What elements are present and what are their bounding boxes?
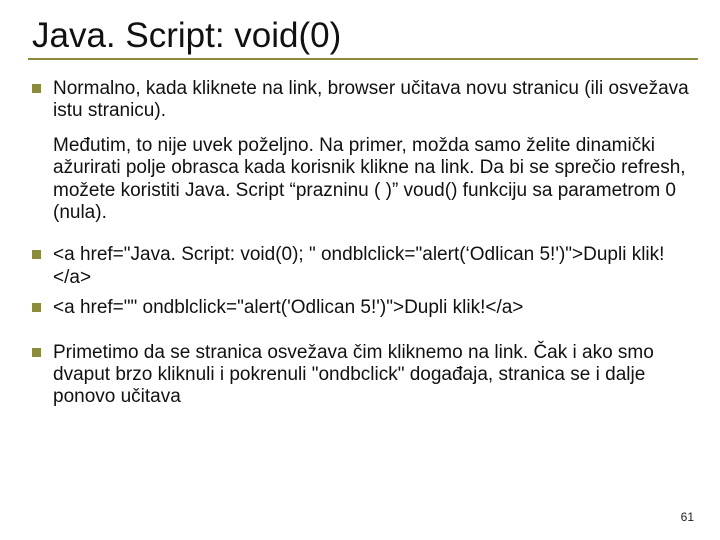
title-underline: Java. Script: void(0)	[28, 16, 698, 60]
bullet-text: <a href="" ondblclick="alert('Odlican 5!…	[53, 297, 698, 319]
square-bullet-icon	[32, 303, 41, 312]
bullet-item: Primetimo da se stranica osvežava čim kl…	[32, 342, 698, 409]
page-number: 61	[681, 510, 694, 524]
bullet-item: <a href="Java. Script: void(0); " ondblc…	[32, 244, 698, 289]
bullet-item: Normalno, kada kliknete na link, browser…	[32, 78, 698, 123]
slide-title: Java. Script: void(0)	[28, 16, 698, 56]
slide: Java. Script: void(0) Normalno, kada kli…	[0, 0, 720, 540]
bullet-text: Normalno, kada kliknete na link, browser…	[53, 78, 698, 123]
square-bullet-icon	[32, 250, 41, 259]
square-bullet-icon	[32, 348, 41, 357]
square-bullet-icon	[32, 84, 41, 93]
bullet-item: <a href="" ondblclick="alert('Odlican 5!…	[32, 297, 698, 319]
bullet-text: Primetimo da se stranica osvežava čim kl…	[53, 342, 698, 409]
paragraph-text: Međutim, to nije uvek poželjno. Na prime…	[32, 135, 698, 225]
slide-body: Normalno, kada kliknete na link, browser…	[28, 78, 698, 409]
spacer	[32, 328, 698, 342]
bullet-text: <a href="Java. Script: void(0); " ondblc…	[53, 244, 698, 289]
